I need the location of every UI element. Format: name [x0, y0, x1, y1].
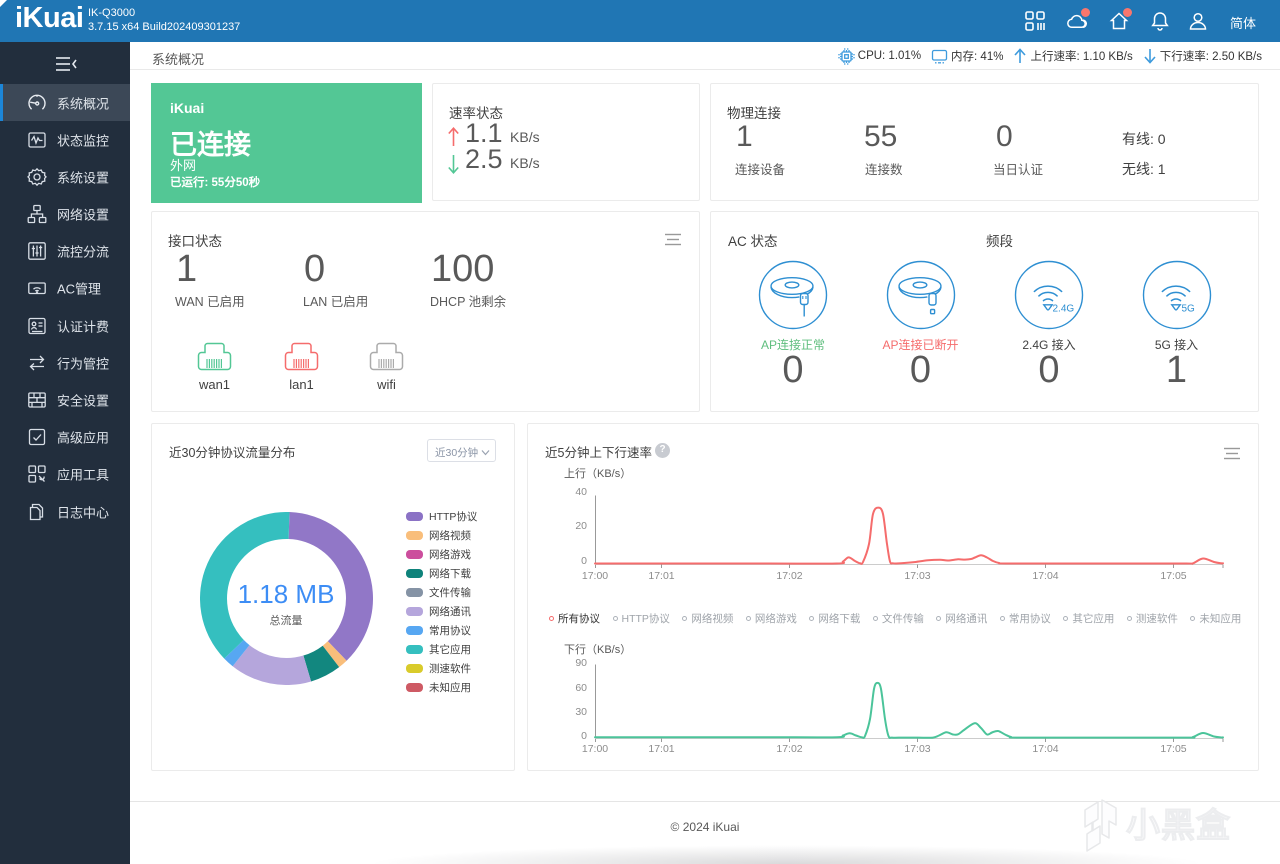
svg-text:2.4G: 2.4G: [1053, 304, 1075, 315]
svg-text:5G: 5G: [1181, 304, 1195, 315]
